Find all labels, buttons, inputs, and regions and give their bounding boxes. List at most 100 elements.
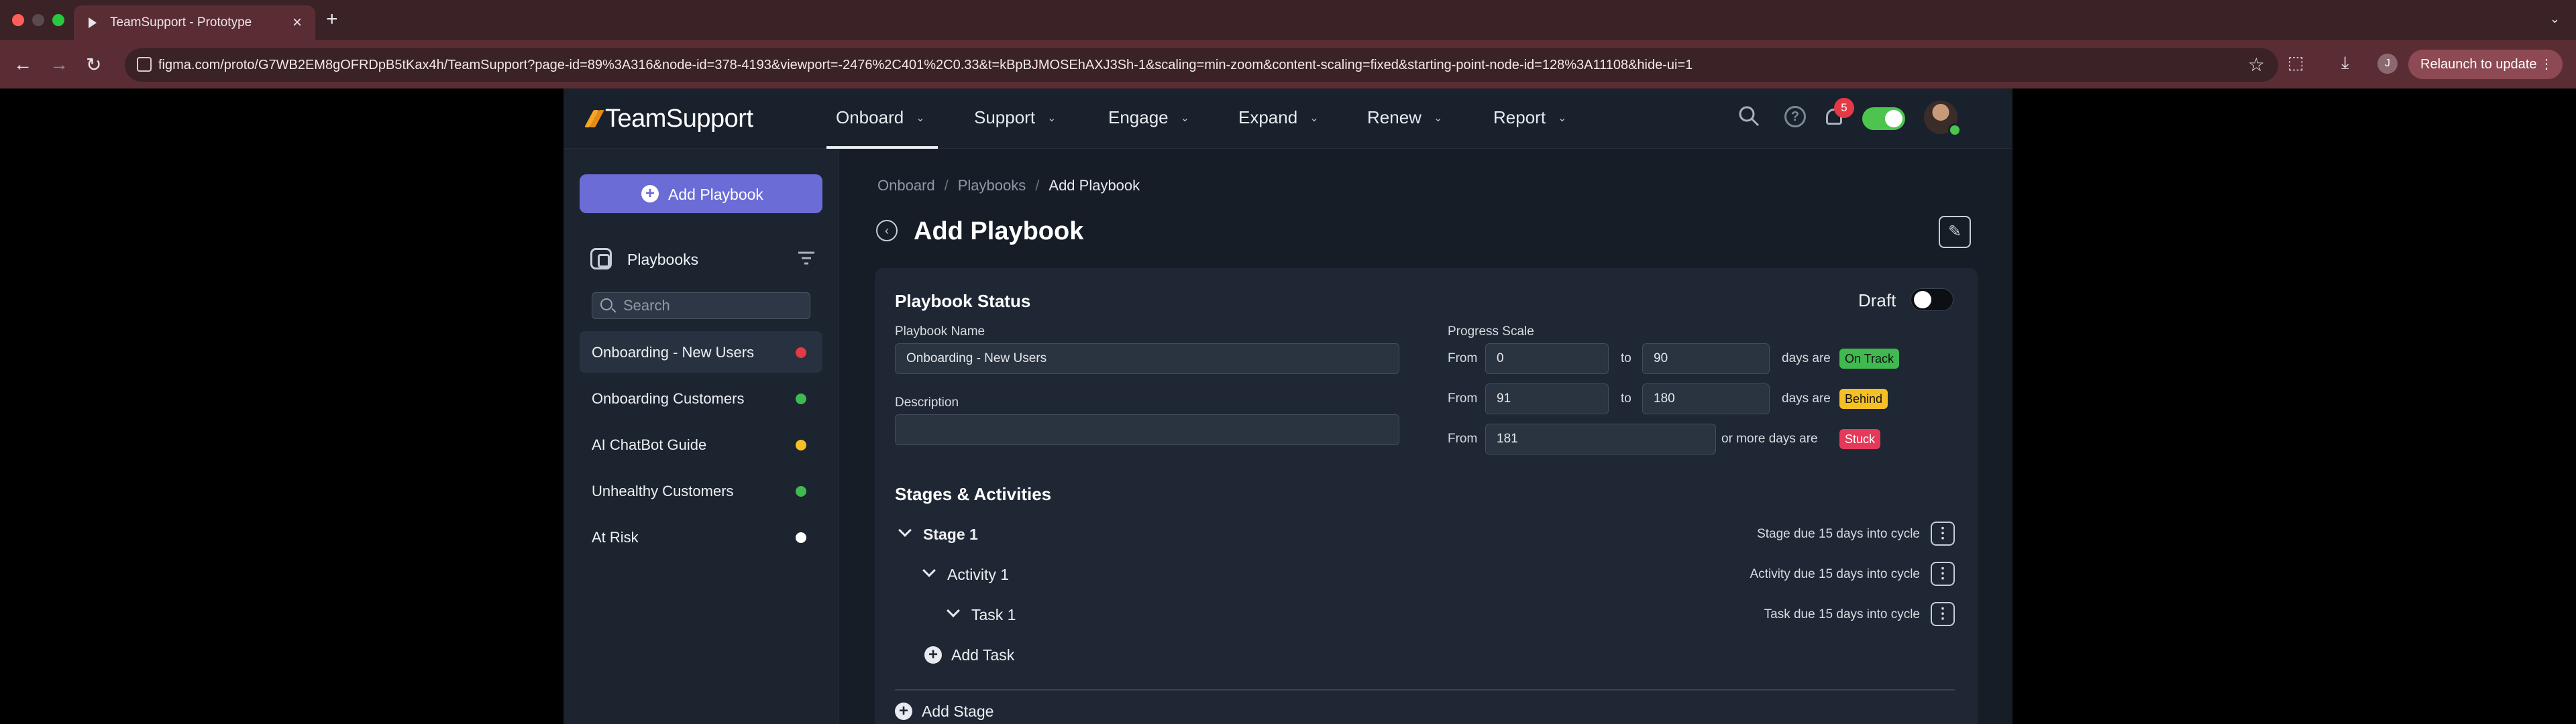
scale-from-field xyxy=(1485,383,1609,414)
plus-circle-icon: + xyxy=(641,185,659,202)
stages-activities-heading: Stages & Activities xyxy=(895,484,1052,504)
breadcrumb-playbooks[interactable]: Playbooks xyxy=(958,177,1026,194)
status-dot xyxy=(796,394,806,404)
playbook-name: At Risk xyxy=(592,529,639,546)
chevron-down-icon[interactable] xyxy=(922,564,936,577)
task-due-text: Task due 15 days into cycle xyxy=(1764,607,1920,621)
playbooks-heading: Playbooks xyxy=(627,251,699,268)
back-arrow-icon[interactable]: ← xyxy=(13,54,32,75)
search-icon[interactable] xyxy=(1737,105,1760,133)
sidebar-item-onboarding-new-users[interactable]: Onboarding - New Users xyxy=(580,331,822,373)
profile-avatar[interactable]: J xyxy=(2377,54,2398,74)
menu-onboard[interactable]: Onboard ⌄ xyxy=(836,107,925,128)
add-playbook-label: Add Playbook xyxy=(668,186,763,203)
menu-label: Expand xyxy=(1238,107,1298,127)
browser-tab[interactable]: TeamSupport - Prototype × xyxy=(74,5,315,40)
status-dot xyxy=(796,347,806,358)
site-settings-icon[interactable] xyxy=(137,57,152,72)
chevron-down-icon[interactable] xyxy=(947,604,960,617)
figma-play-icon xyxy=(89,17,97,28)
scale-from-field xyxy=(1485,343,1609,374)
relaunch-button[interactable]: Relaunch to update ⋮ xyxy=(2408,50,2563,79)
add-task-label: Add Task xyxy=(951,646,1015,664)
behind-to-input[interactable] xyxy=(1654,384,1764,414)
days-are-label: days are xyxy=(1782,351,1831,365)
activity-title[interactable]: Activity 1 xyxy=(947,566,1009,584)
status-dot xyxy=(796,440,806,450)
status-dot xyxy=(796,486,806,497)
sidebar-item-unhealthy-customers[interactable]: Unhealthy Customers xyxy=(580,470,822,511)
teamsupport-app: TeamSupport Onboard ⌄ Support ⌄ Engage ⌄ Ex… xyxy=(564,88,2012,724)
task-title[interactable]: Task 1 xyxy=(971,606,1016,624)
more-vert-icon[interactable]: ⋮ xyxy=(2540,50,2553,79)
bookmark-star-icon[interactable]: ☆ xyxy=(2248,54,2265,76)
forward-arrow-icon[interactable]: → xyxy=(50,54,68,75)
sidebar-item-ai-chatbot-guide[interactable]: AI ChatBot Guide xyxy=(580,424,822,465)
help-icon[interactable]: ? xyxy=(1784,106,1806,127)
download-icon[interactable]: ⤓ xyxy=(2341,52,2349,74)
activity-due-text: Activity due 15 days into cycle xyxy=(1750,567,1920,581)
add-task-row[interactable]: + Add Task xyxy=(875,638,1978,672)
edit-pencil-icon[interactable]: ✎ xyxy=(1939,216,1971,248)
chevron-down-icon[interactable] xyxy=(898,524,912,537)
page-title: Add Playbook xyxy=(914,217,1084,245)
playbook-name: Onboarding Customers xyxy=(592,390,745,407)
top-navigation: TeamSupport Onboard ⌄ Support ⌄ Engage ⌄ Ex… xyxy=(564,88,2012,149)
playbook-search-input[interactable] xyxy=(623,293,804,318)
to-label: to xyxy=(1621,391,1631,406)
behind-from-input[interactable] xyxy=(1497,384,1603,414)
playbook-search xyxy=(592,292,810,319)
active-menu-indicator xyxy=(826,146,938,149)
description-field xyxy=(895,414,1399,445)
sidebar-item-at-risk[interactable]: At Risk xyxy=(580,516,822,558)
chevron-down-icon: ⌄ xyxy=(1180,113,1190,124)
breadcrumb-separator: / xyxy=(944,177,949,194)
tab-search-chevron-icon[interactable]: ⌄ xyxy=(2550,12,2560,26)
menu-label: Report xyxy=(1493,107,1546,127)
draft-toggle[interactable] xyxy=(1911,288,1953,311)
new-tab-button[interactable]: + xyxy=(326,8,338,31)
playbook-name: AI ChatBot Guide xyxy=(592,436,707,453)
tab-close-icon[interactable]: × xyxy=(292,13,302,32)
playbook-name-label: Playbook Name xyxy=(895,324,985,339)
task-more-icon[interactable]: ⋮ xyxy=(1931,602,1955,626)
breadcrumb-onboard[interactable]: Onboard xyxy=(877,177,935,194)
sidebar-item-onboarding-customers[interactable]: Onboarding Customers xyxy=(580,377,822,419)
stage-more-icon[interactable]: ⋮ xyxy=(1931,522,1955,546)
description-input[interactable] xyxy=(906,415,1393,444)
filter-icon[interactable] xyxy=(797,249,816,271)
scale-from-field xyxy=(1485,424,1716,455)
stuck-badge: Stuck xyxy=(1839,429,1881,449)
playbook-name-input[interactable] xyxy=(906,344,1393,373)
add-playbook-button[interactable]: + Add Playbook xyxy=(580,174,822,213)
stuck-from-input[interactable] xyxy=(1497,424,1710,454)
menu-expand[interactable]: Expand ⌄ xyxy=(1238,107,1319,128)
description-label: Description xyxy=(895,396,959,410)
playbook-icon xyxy=(590,248,612,269)
scale-to-field xyxy=(1642,383,1770,414)
back-chevron-icon[interactable]: ‹ xyxy=(876,220,898,241)
window-zoom-button[interactable] xyxy=(52,14,64,26)
stage-title[interactable]: Stage 1 xyxy=(923,526,978,544)
window-minimize-button[interactable] xyxy=(32,14,44,26)
extensions-icon[interactable]: ⬚ xyxy=(2288,52,2304,73)
playbook-form-card: Playbook Status Draft Playbook Name Desc… xyxy=(875,268,1978,724)
chevron-down-icon: ⌄ xyxy=(1047,113,1057,124)
on-track-to-input[interactable] xyxy=(1654,344,1764,373)
on-track-from-input[interactable] xyxy=(1497,344,1603,373)
task-row: Task 1 Task due 15 days into cycle ⋮ xyxy=(875,598,1978,631)
breadcrumb: Onboard / Playbooks / Add Playbook xyxy=(877,177,1140,194)
menu-report[interactable]: Report ⌄ xyxy=(1493,107,1566,128)
add-stage-row[interactable]: + Add Stage xyxy=(875,695,1978,724)
address-bar[interactable]: figma.com/proto/G7WB2EM8gOFRDpB5tKax4h/T… xyxy=(125,48,2278,82)
browser-toolbar: ← → ↻ figma.com/proto/G7WB2EM8gOFRDpB5tK… xyxy=(0,40,2576,88)
playbook-status-heading: Playbook Status xyxy=(895,291,1031,311)
availability-toggle[interactable] xyxy=(1862,107,1905,130)
activity-more-icon[interactable]: ⋮ xyxy=(1931,562,1955,586)
window-close-button[interactable] xyxy=(12,14,24,26)
chevron-down-icon: ⌄ xyxy=(1558,113,1567,124)
reload-icon[interactable]: ↻ xyxy=(86,54,101,76)
menu-support[interactable]: Support ⌄ xyxy=(974,107,1056,128)
menu-engage[interactable]: Engage ⌄ xyxy=(1108,107,1189,128)
menu-renew[interactable]: Renew ⌄ xyxy=(1367,107,1442,128)
